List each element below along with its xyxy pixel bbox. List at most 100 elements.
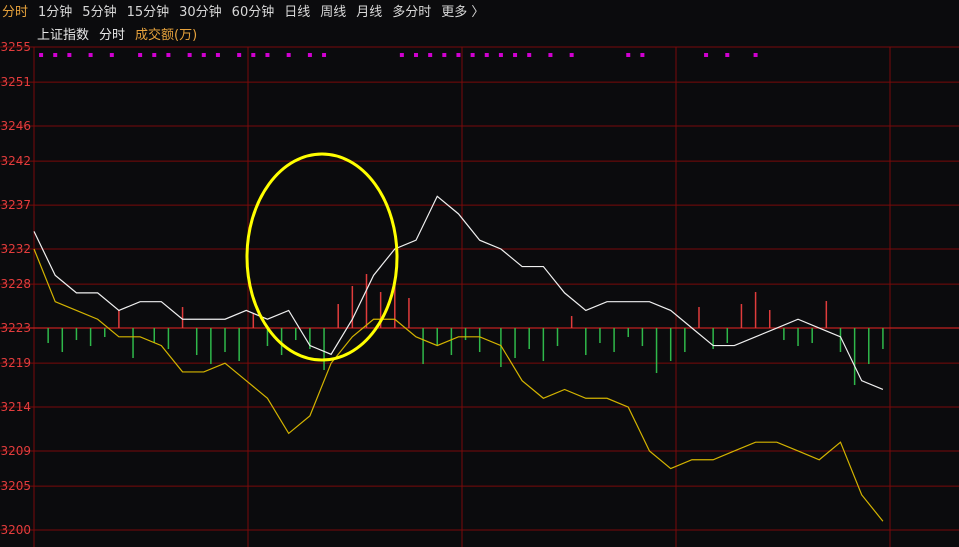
volume-bar (882, 328, 884, 350)
signal-dot (484, 53, 489, 57)
volume-bar (698, 307, 700, 329)
signal-dot (152, 53, 157, 57)
signal-dot (498, 53, 503, 57)
volume-bar (684, 328, 686, 353)
signal-dot (640, 53, 645, 57)
y-tick-label: 3228 (0, 277, 31, 291)
volume-bar (238, 328, 240, 362)
volume-bar (118, 310, 120, 329)
y-tick-label: 3214 (0, 400, 31, 414)
signal-dot (251, 53, 256, 57)
signal-dot (725, 53, 730, 57)
signal-dot (53, 53, 58, 57)
volume-bar (825, 301, 828, 329)
volume-bar (224, 328, 226, 353)
volume-bar (528, 328, 530, 350)
volume-bar (542, 328, 545, 362)
signal-dot (39, 53, 44, 57)
volume-bar (478, 328, 481, 353)
volume-bar (408, 298, 410, 329)
signal-dot (428, 53, 433, 57)
signal-dot (215, 53, 220, 57)
volume-bar (599, 328, 601, 344)
volume-bar (365, 274, 368, 329)
y-tick-label: 3205 (0, 479, 31, 493)
volume-bar (464, 328, 467, 341)
signal-dot (414, 53, 419, 57)
volume-bar (167, 328, 170, 350)
volume-bar (868, 328, 870, 365)
volume-bar (436, 328, 438, 347)
signal-dot (109, 53, 114, 57)
volume-bar (195, 328, 198, 356)
signal-dot (138, 53, 143, 57)
volume-bar (641, 328, 644, 347)
volume-bar (585, 328, 587, 356)
volume-bar (514, 328, 516, 359)
volume-bar (669, 328, 672, 362)
average-line (33, 248, 884, 522)
volume-bar (754, 292, 757, 329)
y-tick-label: 3209 (0, 444, 31, 458)
signal-dot (626, 53, 631, 57)
volume-bar (103, 328, 106, 338)
signal-dot (286, 53, 291, 57)
volume-bar (613, 328, 615, 353)
signal-dot (88, 53, 93, 57)
volume-bar (783, 328, 785, 341)
signal-dot (67, 53, 72, 57)
volume-bar (181, 307, 184, 329)
signal-dot (470, 53, 475, 57)
signal-dot (569, 53, 574, 57)
volume-bar (627, 328, 629, 338)
signal-dot (456, 53, 461, 57)
volume-bar (351, 286, 354, 329)
volume-bar (839, 328, 842, 353)
highlight-ellipse (245, 152, 399, 362)
volume-bar (450, 328, 453, 356)
volume-bar (556, 328, 559, 347)
volume-bar (295, 328, 297, 341)
volume-bar (570, 316, 573, 329)
signal-dot (237, 53, 242, 57)
y-tick-label: 3242 (0, 154, 31, 168)
signal-dot (704, 53, 709, 57)
volume-bar (726, 328, 729, 344)
volume-bar (323, 328, 325, 371)
signal-dot (548, 53, 553, 57)
volume-bar (47, 328, 49, 344)
signal-dot (307, 53, 312, 57)
volume-bar (75, 328, 78, 341)
volume-bar (153, 328, 156, 344)
volume-bar (797, 328, 799, 347)
y-tick-label: 3219 (0, 356, 31, 370)
signal-dot (753, 53, 758, 57)
volume-bar (740, 304, 743, 329)
signal-dot (322, 53, 327, 57)
y-tick-label: 3200 (0, 523, 31, 537)
signal-dot (201, 53, 206, 57)
y-tick-label: 3251 (0, 75, 31, 89)
y-tick-label: 3232 (0, 242, 31, 256)
volume-bar (655, 328, 658, 374)
signal-dot (442, 53, 447, 57)
signal-dot (527, 53, 532, 57)
y-tick-label: 3246 (0, 119, 31, 133)
y-tick-label: 3237 (0, 198, 31, 212)
signal-dot (187, 53, 192, 57)
volume-bar (337, 304, 339, 329)
signal-dot (166, 53, 171, 57)
signal-dot (399, 53, 404, 57)
volume-bar (252, 313, 255, 329)
volume-bar (210, 328, 212, 365)
volume-bar (853, 328, 856, 386)
intraday-chart: 3255325132463242323732323228322332193214… (0, 40, 959, 547)
volume-bar (422, 328, 424, 365)
volume-bar (61, 328, 64, 353)
volume-bar (89, 328, 92, 347)
volume-bar (132, 328, 134, 359)
signal-dot (265, 53, 270, 57)
volume-bar (811, 328, 813, 344)
signal-dot (513, 53, 518, 57)
volume-bar (768, 310, 771, 329)
